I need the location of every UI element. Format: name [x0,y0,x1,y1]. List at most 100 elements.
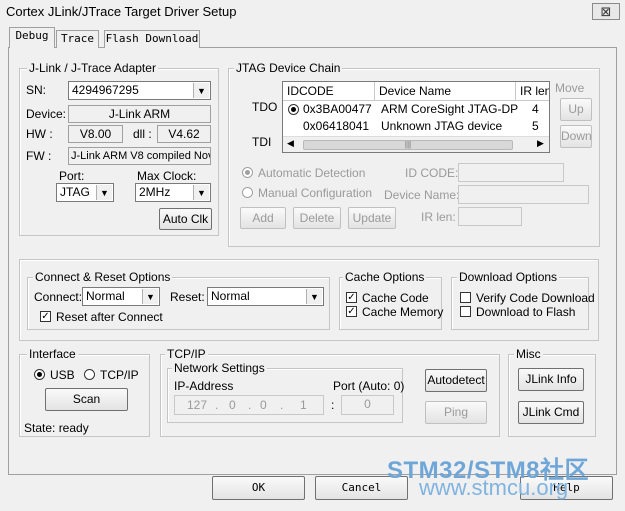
hw-label: HW : [26,127,53,141]
row-irlen: 5 [532,119,539,133]
device-name-input[interactable] [458,185,589,204]
tdi-label: TDI [252,135,272,149]
move-label: Move [555,81,585,95]
port-select[interactable]: JTAG ▼ [56,183,114,202]
jtag-device-list[interactable]: IDCODE Device Name IR len 0x3BA00477 ARM… [282,81,550,153]
tcpip-radio[interactable] [84,369,95,380]
sn-label: SN: [26,83,47,97]
ir-len-label: IR len: [421,210,456,224]
usb-label: USB [50,368,75,382]
id-code-input[interactable] [458,163,564,182]
automatic-detection-radio[interactable] [242,167,253,178]
dll-label: dll : [133,127,152,141]
selected-radio-icon [288,104,299,115]
reset-select[interactable]: Normal ▼ [207,287,324,306]
ip-dot: . [248,398,252,412]
network-settings-label: Network Settings [172,361,267,375]
auto-clk-button[interactable]: Auto Clk [159,208,212,230]
max-clock-label: Max Clock: [137,169,197,183]
column-header[interactable]: Device Name [375,82,516,101]
cache-code-checkbox[interactable]: ✓ [346,292,357,303]
download-options-group-label: Download Options [457,270,560,284]
column-header[interactable]: IR len [516,82,549,101]
misc-group-label: Misc [514,347,543,361]
fw-field: J-Link ARM V8 compiled Nov [68,147,211,165]
tab-trace[interactable]: Trace [56,30,99,48]
ip-address-label: IP-Address [174,379,234,393]
jtag-group-label: JTAG Device Chain [234,61,343,75]
chevron-down-icon: ▼ [306,289,322,304]
interface-state: State: ready [24,421,89,435]
autodetect-button[interactable]: Autodetect [425,369,487,392]
cache-options-group-label: Cache Options [343,270,427,284]
add-button[interactable]: Add [240,207,286,229]
port-input[interactable]: 0 [341,395,394,415]
window-title: Cortex JLink/JTrace Target Driver Setup [0,0,625,24]
tcpip-group-label: TCP/IP [165,347,208,361]
device-label: Device: [26,107,67,121]
ip-dot: . [215,398,219,412]
update-button[interactable]: Update [348,207,396,229]
max-clock-select[interactable]: 2MHz ▼ [135,183,211,202]
cache-memory-checkbox[interactable]: ✓ [346,306,357,317]
row-irlen: 4 [532,102,539,116]
table-row[interactable]: 0x3BA00477 ARM CoreSight JTAG-DP 4 [283,101,549,118]
port-label: Port: [59,169,85,183]
row-idcode: 0x06418041 [303,119,370,133]
chevron-down-icon: ▼ [142,289,158,304]
jlink-cmd-button[interactable]: JLink Cmd [518,401,584,424]
down-button[interactable]: Down [560,125,592,148]
row-device-name: Unknown JTAG device [381,119,503,133]
table-row[interactable]: 0x06418041 Unknown JTAG device 5 [283,118,549,135]
ip-octet: 0 [229,398,236,412]
ip-octet: 0 [260,398,267,412]
ir-len-input[interactable] [458,207,522,226]
automatic-detection-label: Automatic Detection [258,166,366,180]
fw-label: FW : [26,149,52,163]
reset-after-connect-checkbox[interactable]: ✓ [40,311,51,322]
manual-configuration-label: Manual Configuration [258,186,373,200]
tab-flash-download[interactable]: Flash Download [104,30,200,48]
connect-value: Normal [86,289,125,303]
scroll-left-icon[interactable]: ◀ [287,138,294,149]
chevron-down-icon: ▼ [193,185,209,200]
close-button[interactable]: ⊠ [592,3,620,20]
ip-octet: 1 [300,398,307,412]
manual-configuration-radio[interactable] [242,187,253,198]
adapter-group-label: J-Link / J-Trace Adapter [27,61,158,75]
ok-button[interactable]: OK [212,476,305,500]
interface-group-label: Interface [27,347,78,361]
ip-address-input[interactable]: 127 . 0 . 0 . 1 [174,395,324,415]
ip-port-separator: : [331,398,335,412]
up-button[interactable]: Up [560,98,592,121]
device-field: J-Link ARM [68,105,211,123]
reset-label: Reset: [170,290,205,304]
jlink-info-button[interactable]: JLink Info [518,368,584,391]
verify-code-download-checkbox[interactable] [460,292,471,303]
reset-after-connect-label: Reset after Connect [56,310,163,324]
tab-debug[interactable]: Debug [9,27,55,48]
sn-select[interactable]: 4294967295 ▼ [68,81,211,100]
watermark-url: www.stmcu.org [419,475,569,500]
ip-octet: 127 [187,398,208,412]
delete-button[interactable]: Delete [293,207,341,229]
row-idcode: 0x3BA00477 [303,102,372,116]
dll-field: V4.62 [157,125,211,143]
horizontal-scrollbar[interactable]: ◀ ||| ▶ [283,136,549,152]
download-to-flash-checkbox[interactable] [460,306,471,317]
scrollbar-thumb[interactable]: ||| [303,140,513,150]
device-name-label: Device Name: [384,188,460,202]
column-header[interactable]: IDCODE [283,82,375,101]
connect-select[interactable]: Normal ▼ [82,287,160,306]
row-device-name: ARM CoreSight JTAG-DP [381,102,519,116]
scroll-right-icon[interactable]: ▶ [537,138,544,149]
hw-field: V8.00 [68,125,123,143]
id-code-label: ID CODE: [405,166,459,180]
usb-radio[interactable] [34,369,45,380]
sn-value: 4294967295 [72,83,139,97]
max-clock-value: 2MHz [139,185,171,199]
misc-group [508,354,596,437]
reset-value: Normal [211,289,250,303]
scan-button[interactable]: Scan [45,388,128,411]
ping-button[interactable]: Ping [425,401,487,424]
